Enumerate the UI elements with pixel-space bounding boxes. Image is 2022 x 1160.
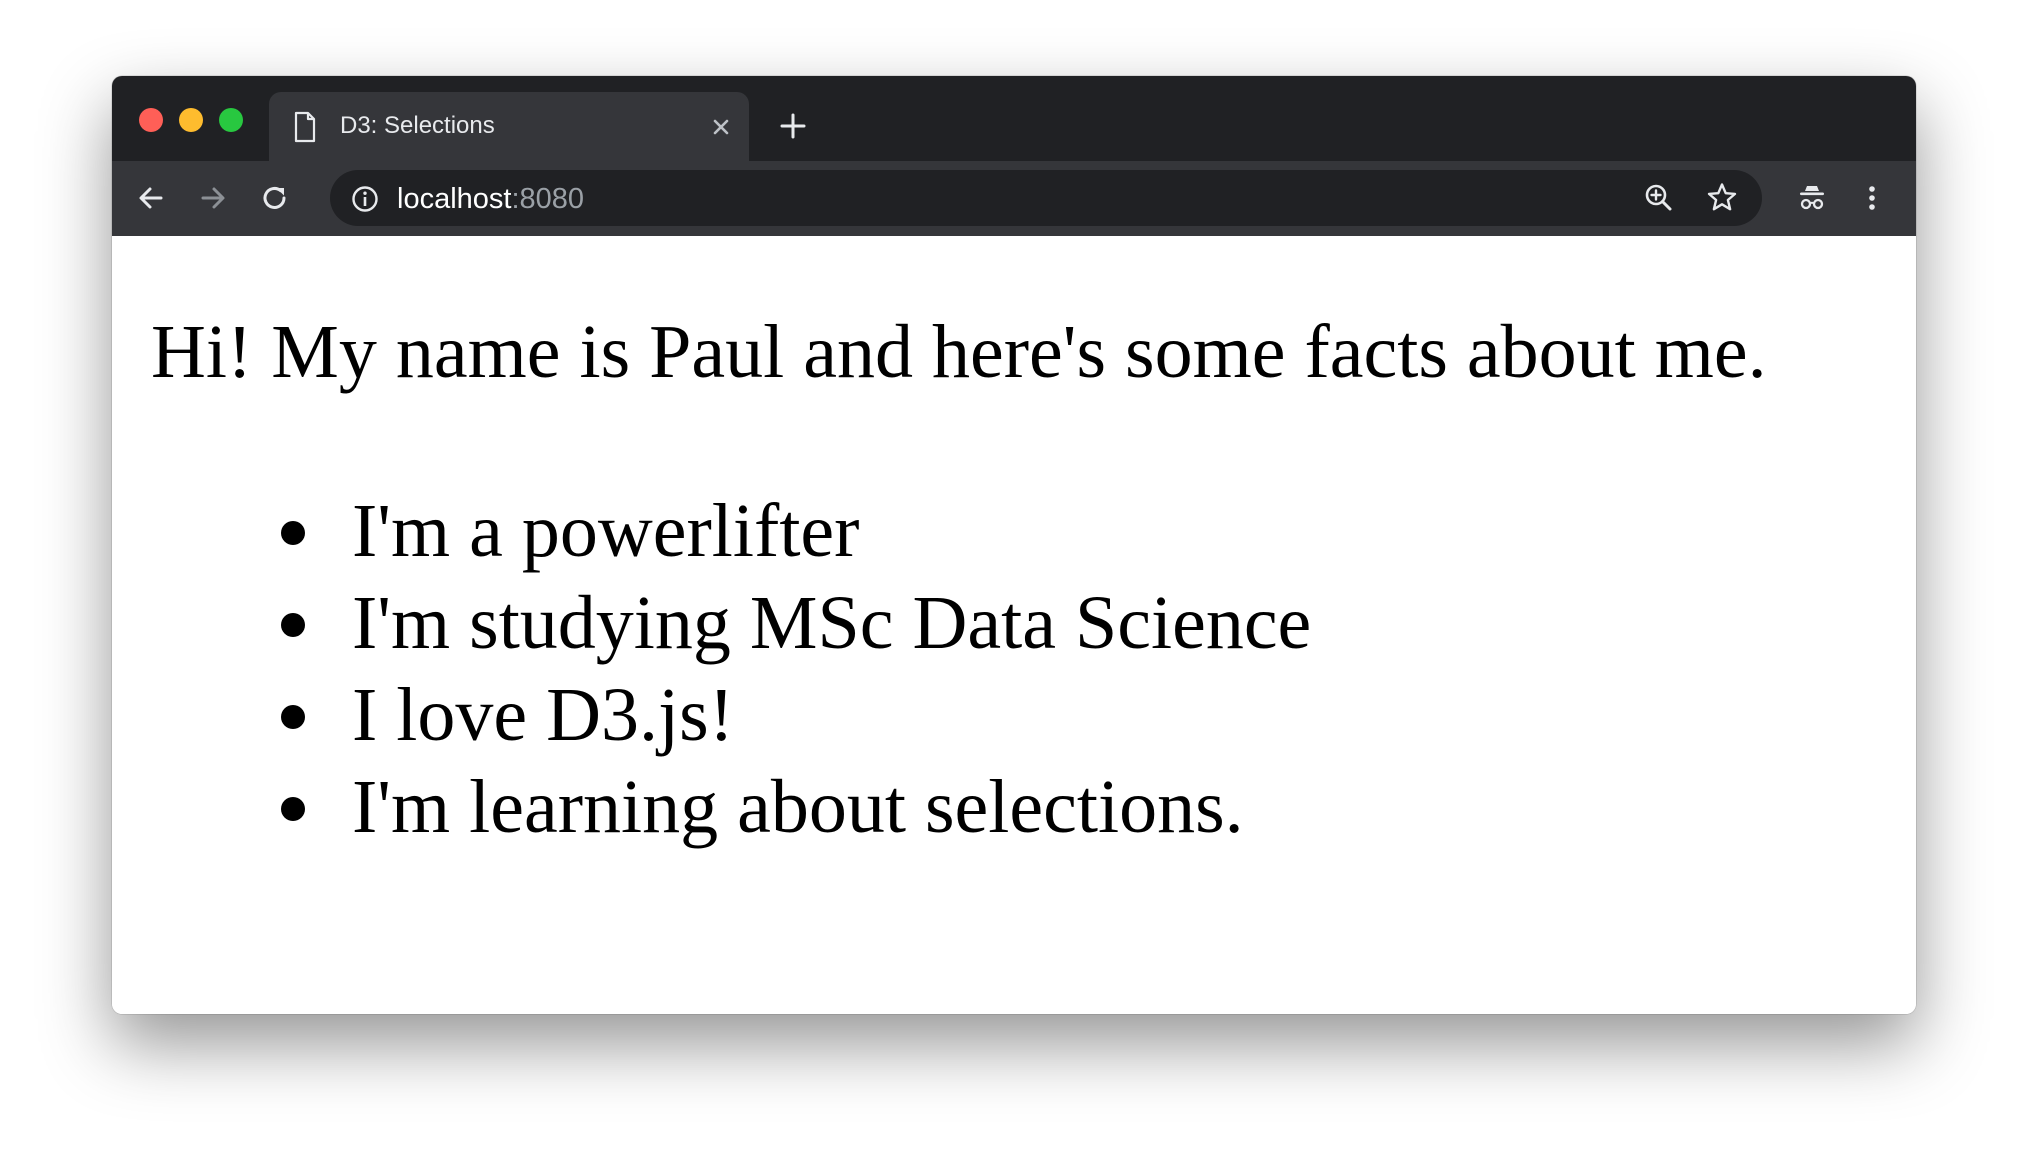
facts-list: I'm a powerlifter I'm studying MSc Data … (281, 485, 1312, 853)
list-item: I'm a powerlifter (281, 485, 1311, 577)
list-item: I'm learning about selections. (281, 761, 1311, 853)
document-icon (294, 111, 316, 143)
more-vertical-icon[interactable] (1854, 180, 1890, 216)
info-icon[interactable] (350, 184, 380, 214)
star-icon[interactable] (1704, 180, 1740, 216)
address-bar[interactable]: localhost:8080 (330, 170, 1762, 226)
incognito-icon[interactable] (1794, 180, 1830, 216)
window-minimize-button[interactable] (179, 108, 203, 132)
list-item: I love D3.js! (281, 669, 1311, 761)
url-host: localhost (397, 183, 512, 215)
window-close-button[interactable] (139, 108, 163, 132)
bullet-icon (281, 797, 305, 821)
zoom-in-icon[interactable] (1641, 180, 1677, 216)
tab-d3-selections[interactable]: D3: Selections (269, 92, 749, 161)
reload-icon[interactable] (257, 180, 293, 216)
fact-text: I'm a powerlifter (352, 489, 860, 573)
close-icon[interactable] (707, 113, 735, 141)
arrow-right-icon[interactable] (195, 180, 231, 216)
url-text[interactable]: localhost:8080 (397, 183, 584, 216)
fact-text: I'm learning about selections. (352, 765, 1244, 849)
plus-icon[interactable] (777, 110, 809, 142)
bullet-icon (281, 521, 305, 545)
browser-toolbar: localhost:8080 (112, 161, 1916, 236)
bullet-icon (281, 613, 305, 637)
tab-strip: D3: Selections (112, 76, 1916, 161)
url-port: :8080 (511, 183, 585, 215)
fact-text: I love D3.js! (352, 673, 735, 757)
tab-title: D3: Selections (340, 112, 495, 139)
page-content: Hi! My name is Paul and here's some fact… (112, 236, 1916, 1014)
page-heading: Hi! My name is Paul and here's some fact… (151, 310, 1767, 394)
browser-window: D3: Selections localhost:8080 Hi! My nam… (112, 76, 1916, 1014)
list-item: I'm studying MSc Data Science (281, 577, 1312, 669)
fact-text: I'm studying MSc Data Science (352, 581, 1312, 665)
window-zoom-button[interactable] (219, 108, 243, 132)
bullet-icon (281, 705, 305, 729)
arrow-left-icon[interactable] (133, 180, 169, 216)
